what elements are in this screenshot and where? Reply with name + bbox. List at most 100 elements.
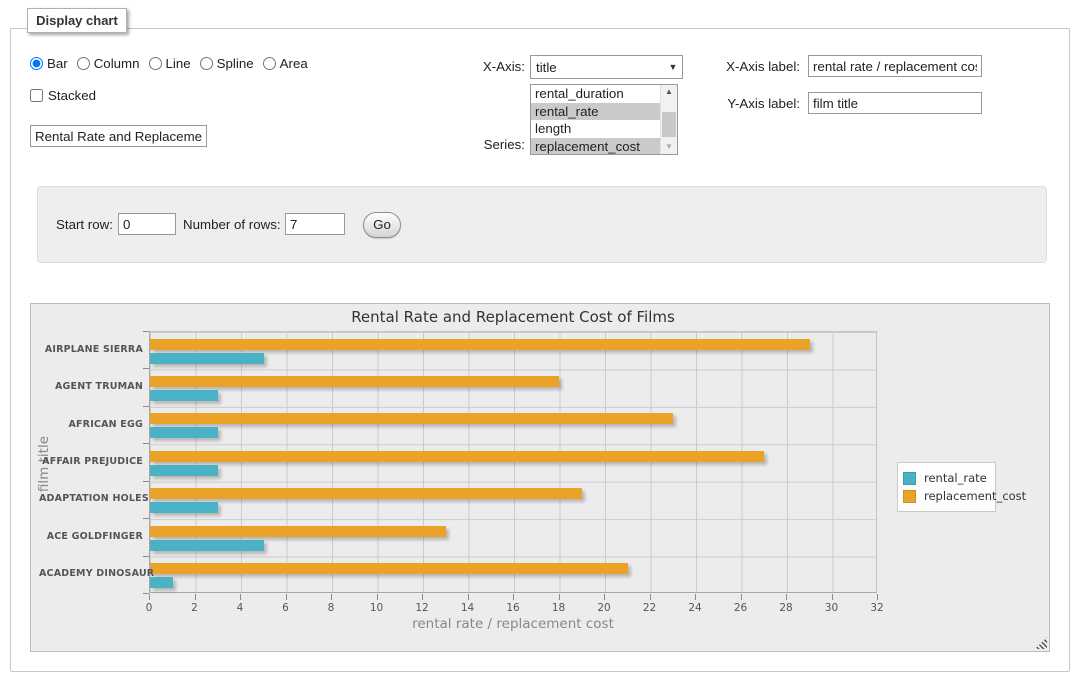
chart-title: Rental Rate and Replacement Cost of Film… [149,308,877,326]
y-tick-mark [143,556,149,557]
y-category-label: ACADEMY DINOSAUR [39,568,143,580]
display-chart-page: Display chart Bar Column Line Spline Area St… [0,0,1081,681]
bar-rental_rate [150,427,218,438]
series-listbox[interactable]: rental_durationrental_ratelengthreplacem… [530,84,678,155]
x-tick-mark [377,594,378,600]
chart-title-input[interactable] [30,125,207,147]
series-options: rental_durationrental_ratelengthreplacem… [531,85,660,154]
legend-item-rental_rate: rental_rate [903,470,989,486]
x-tick-label: 0 [129,602,169,614]
x-tick-mark [240,594,241,600]
series-option-rental_rate[interactable]: rental_rate [531,103,660,121]
bar-replacement_cost [150,376,559,387]
chart-type-radio-column[interactable] [77,57,90,70]
y-tick-mark [143,406,149,407]
chart-type-option-line[interactable]: Line [149,56,191,71]
x-axis-label-input[interactable] [808,55,982,77]
series-option-replacement_cost[interactable]: replacement_cost [531,138,660,154]
chart-type-radio-label: Line [166,56,191,71]
x-axis-select[interactable]: title ▼ [530,55,683,79]
go-button[interactable]: Go [363,212,401,238]
x-tick-mark [422,594,423,600]
x-tick-mark [877,594,878,600]
legend-label: replacement_cost [924,489,1026,503]
x-tick-label: 24 [675,602,715,614]
chart-type-radio-line[interactable] [149,57,162,70]
chart-type-option-bar[interactable]: Bar [30,56,68,71]
y-tick-mark [143,331,149,332]
y-category-label: AIRPLANE SIERRA [39,344,143,356]
series-listbox-label: Series: [450,137,525,153]
start-row-input[interactable] [118,213,176,235]
num-rows-label: Number of rows: [183,217,281,233]
chart-type-radio-bar[interactable] [30,57,43,70]
x-tick-mark [513,594,514,600]
chart-type-option-spline[interactable]: Spline [200,56,254,71]
bar-rental_rate [150,465,218,476]
y-tick-mark [143,443,149,444]
legend-label: rental_rate [924,471,987,485]
y-axis-label-input[interactable] [808,92,982,114]
resize-grip-icon[interactable] [1035,637,1047,649]
stacked-checkbox[interactable] [30,89,43,102]
x-tick-mark [559,594,560,600]
series-listbox-scrollbar[interactable]: ▲ ▼ [660,85,677,154]
fieldset-legend: Display chart [27,8,127,33]
bar-replacement_cost [150,488,582,499]
x-tick-label: 30 [812,602,852,614]
bar-replacement_cost [150,526,446,537]
scrollbar-thumb[interactable] [662,112,676,137]
x-tick-label: 12 [402,602,442,614]
bar-replacement_cost [150,413,673,424]
chart-type-option-area[interactable]: Area [263,56,308,71]
x-axis-title: rental rate / replacement cost [149,616,877,632]
x-tick-mark [741,594,742,600]
x-tick-label: 4 [220,602,260,614]
x-axis-label-label: X-Axis label: [712,59,800,75]
y-tick-mark [143,368,149,369]
bar-replacement_cost [150,339,810,350]
x-tick-label: 8 [311,602,351,614]
num-rows-input[interactable] [285,213,345,235]
chart-type-radio-area[interactable] [263,57,276,70]
stacked-checkbox-row[interactable]: Stacked [30,86,96,104]
x-axis-selected-value: title [531,60,664,75]
y-category-label: AFFAIR PREJUDICE [39,456,143,468]
x-tick-mark [695,594,696,600]
x-tick-label: 6 [266,602,306,614]
y-category-label: ADAPTATION HOLES [39,493,143,505]
chart-legend: rental_ratereplacement_cost [897,462,996,512]
row-range-panel: Start row: Number of rows: Go [37,186,1047,263]
bar-rental_rate [150,540,264,551]
plot-area [149,331,877,593]
bar-replacement_cost [150,451,764,462]
x-tick-mark [604,594,605,600]
legend-swatch [903,472,916,485]
x-tick-mark [786,594,787,600]
bar-replacement_cost [150,563,628,574]
scrollbar-up-icon[interactable]: ▲ [661,85,677,99]
chart-type-radio-label: Spline [217,56,254,71]
x-tick-label: 32 [857,602,897,614]
chart-type-radio-spline[interactable] [200,57,213,70]
x-axis-select-label: X-Axis: [450,59,525,75]
chart-type-option-column[interactable]: Column [77,56,140,71]
x-tick-mark [468,594,469,600]
x-tick-mark [149,594,150,600]
chart-type-radiogroup: Bar Column Line Spline Area [30,54,317,72]
x-tick-mark [650,594,651,600]
y-category-label: AGENT TRUMAN [39,381,143,393]
y-category-label: AFRICAN EGG [39,419,143,431]
legend-swatch [903,490,916,503]
chart-container: Rental Rate and Replacement Cost of Film… [30,303,1050,652]
y-axis-label-label: Y-Axis label: [712,96,800,112]
scrollbar-down-icon[interactable]: ▼ [661,140,677,154]
y-tick-mark [143,481,149,482]
x-tick-mark [331,594,332,600]
series-option-length[interactable]: length [531,120,660,138]
x-tick-label: 2 [175,602,215,614]
series-option-rental_duration[interactable]: rental_duration [531,85,660,103]
x-tick-mark [286,594,287,600]
bar-rental_rate [150,390,218,401]
chart-type-radio-label: Area [280,56,308,71]
